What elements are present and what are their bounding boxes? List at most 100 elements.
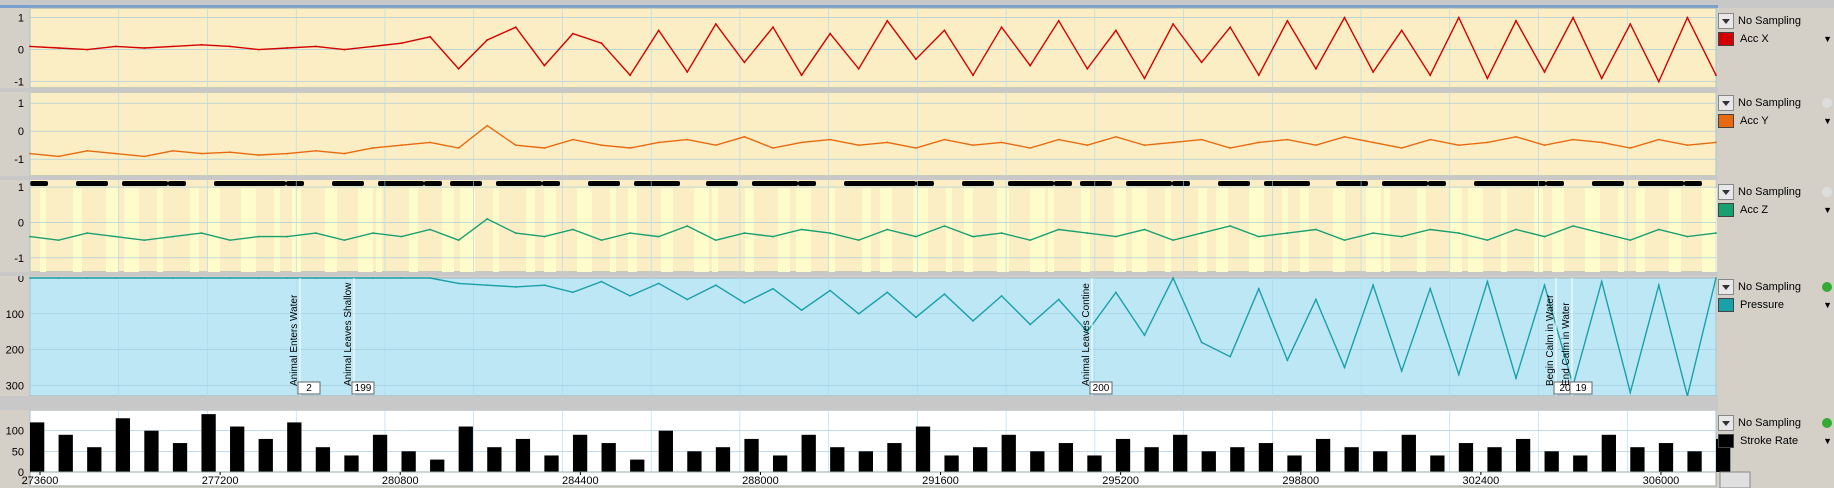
data-point: [486, 39, 489, 41]
data-point: [400, 144, 403, 147]
bar-mark: [58, 434, 73, 472]
channel-selector[interactable]: Acc Z ▼: [1718, 201, 1834, 219]
panel-separator: [0, 88, 1718, 92]
event-marker: [1684, 181, 1702, 186]
bar-mark: [601, 443, 616, 472]
data-point: [600, 144, 603, 147]
channel-selector[interactable]: Pressure ▼: [1718, 296, 1834, 314]
data-point: [1143, 334, 1146, 337]
data-point: [1029, 147, 1032, 149]
bar-mark: [1687, 451, 1702, 472]
data-point: [1229, 355, 1232, 358]
sampling-dropdown[interactable]: No Sampling: [1718, 183, 1834, 201]
data-point: [1372, 141, 1374, 144]
annotation-badge: 200: [1089, 381, 1113, 395]
data-point: [1200, 61, 1203, 64]
data-point: [1486, 280, 1489, 283]
data-point: [200, 232, 203, 234]
channel-selector[interactable]: Stroke Rate ▼: [1718, 432, 1834, 450]
activity-band: [1636, 188, 1645, 272]
sampling-dropdown[interactable]: No Sampling: [1718, 94, 1834, 112]
dropdown-arrow-icon[interactable]: [1718, 184, 1734, 200]
sampling-dropdown[interactable]: No Sampling: [1718, 278, 1834, 296]
data-point: [57, 239, 60, 242]
dropdown-arrow-icon[interactable]: [1718, 279, 1734, 295]
bar-mark: [87, 447, 102, 472]
data-point: [1515, 135, 1517, 138]
event-marker: [706, 181, 738, 186]
data-point: [1315, 144, 1317, 147]
data-point: [1200, 341, 1203, 344]
data-point: [1372, 232, 1374, 234]
activity-band: [1081, 188, 1090, 272]
data-point: [1629, 391, 1632, 394]
sampling-label: No Sampling: [1738, 186, 1801, 198]
annotation-badge-text: 199: [355, 383, 372, 394]
activity-band: [1249, 188, 1264, 272]
data-point: [1172, 277, 1174, 279]
plot-panel-1: 1 0 -1: [14, 7, 1717, 89]
status-dot-icon: [1822, 98, 1832, 108]
channel-selector[interactable]: Acc X ▼: [1718, 30, 1834, 48]
event-marker: [168, 181, 186, 186]
plot-panel-5: 100500273600 277200 280800 284400 288000 2916…: [6, 409, 1731, 487]
data-point: [600, 280, 603, 283]
chevron-down-icon[interactable]: ▼: [1823, 300, 1832, 310]
data-point: [29, 235, 31, 238]
data-point: [1629, 23, 1632, 25]
data-point: [57, 47, 60, 49]
channel-selector[interactable]: Acc Y ▼: [1718, 112, 1834, 130]
bottom-toolbar-button: [1719, 471, 1751, 488]
data-point: [772, 147, 774, 149]
data-point: [1715, 141, 1717, 144]
activity-band: [862, 188, 871, 272]
bar-mark: [658, 430, 673, 472]
chevron-down-icon[interactable]: ▼: [1823, 34, 1832, 44]
data-point: [972, 144, 974, 147]
data-point: [372, 232, 374, 234]
activity-band: [745, 188, 754, 272]
chevron-down-icon[interactable]: ▼: [1823, 436, 1832, 446]
bar-mark: [801, 434, 816, 472]
bar-mark: [458, 426, 473, 472]
bar-mark: [1030, 451, 1045, 472]
x-tick-label: 295200: [1102, 475, 1139, 487]
activity-band: [913, 188, 928, 272]
dropdown-arrow-icon[interactable]: [1718, 95, 1734, 111]
bar-mark: [915, 426, 931, 472]
sampling-dropdown[interactable]: No Sampling: [1718, 12, 1834, 30]
data-point: [543, 147, 546, 149]
bar-mark: [201, 414, 216, 472]
data-point: [143, 239, 146, 242]
data-point: [1114, 135, 1117, 138]
data-point: [1429, 287, 1432, 290]
plot-panel-4: 0100200300Animal Enters Water2Animal Lea…: [6, 273, 1717, 397]
data-point: [1172, 239, 1174, 242]
activity-band: [1417, 188, 1426, 272]
data-point: [1257, 74, 1260, 77]
data-point: [600, 42, 603, 45]
dropdown-arrow-icon[interactable]: [1718, 13, 1734, 29]
bar-mark: [1601, 434, 1616, 472]
activity-band: [40, 188, 46, 272]
data-point: [1143, 144, 1146, 147]
data-point: [943, 138, 946, 141]
data-point: [1457, 373, 1460, 376]
data-point: [114, 235, 117, 238]
data-point: [1543, 71, 1546, 73]
y-tick-label: -1: [14, 253, 24, 265]
sampling-dropdown[interactable]: No Sampling: [1718, 414, 1834, 432]
dropdown-arrow-icon[interactable]: [1718, 415, 1734, 431]
plot-panel-2: 1 0 -1: [14, 91, 1717, 177]
event-marker: [798, 181, 816, 186]
data-point: [1457, 16, 1460, 19]
activity-band: [442, 188, 454, 272]
multi-channel-plot: 10-110-110-10100200300Animal Enters Wate…: [0, 0, 1834, 488]
data-point: [543, 64, 546, 67]
data-point: [800, 309, 803, 312]
chevron-down-icon[interactable]: ▼: [1823, 205, 1832, 215]
data-point: [400, 42, 403, 45]
y-tick-label: -1: [14, 77, 24, 89]
data-point: [1172, 23, 1174, 25]
chevron-down-icon[interactable]: ▼: [1823, 116, 1832, 126]
